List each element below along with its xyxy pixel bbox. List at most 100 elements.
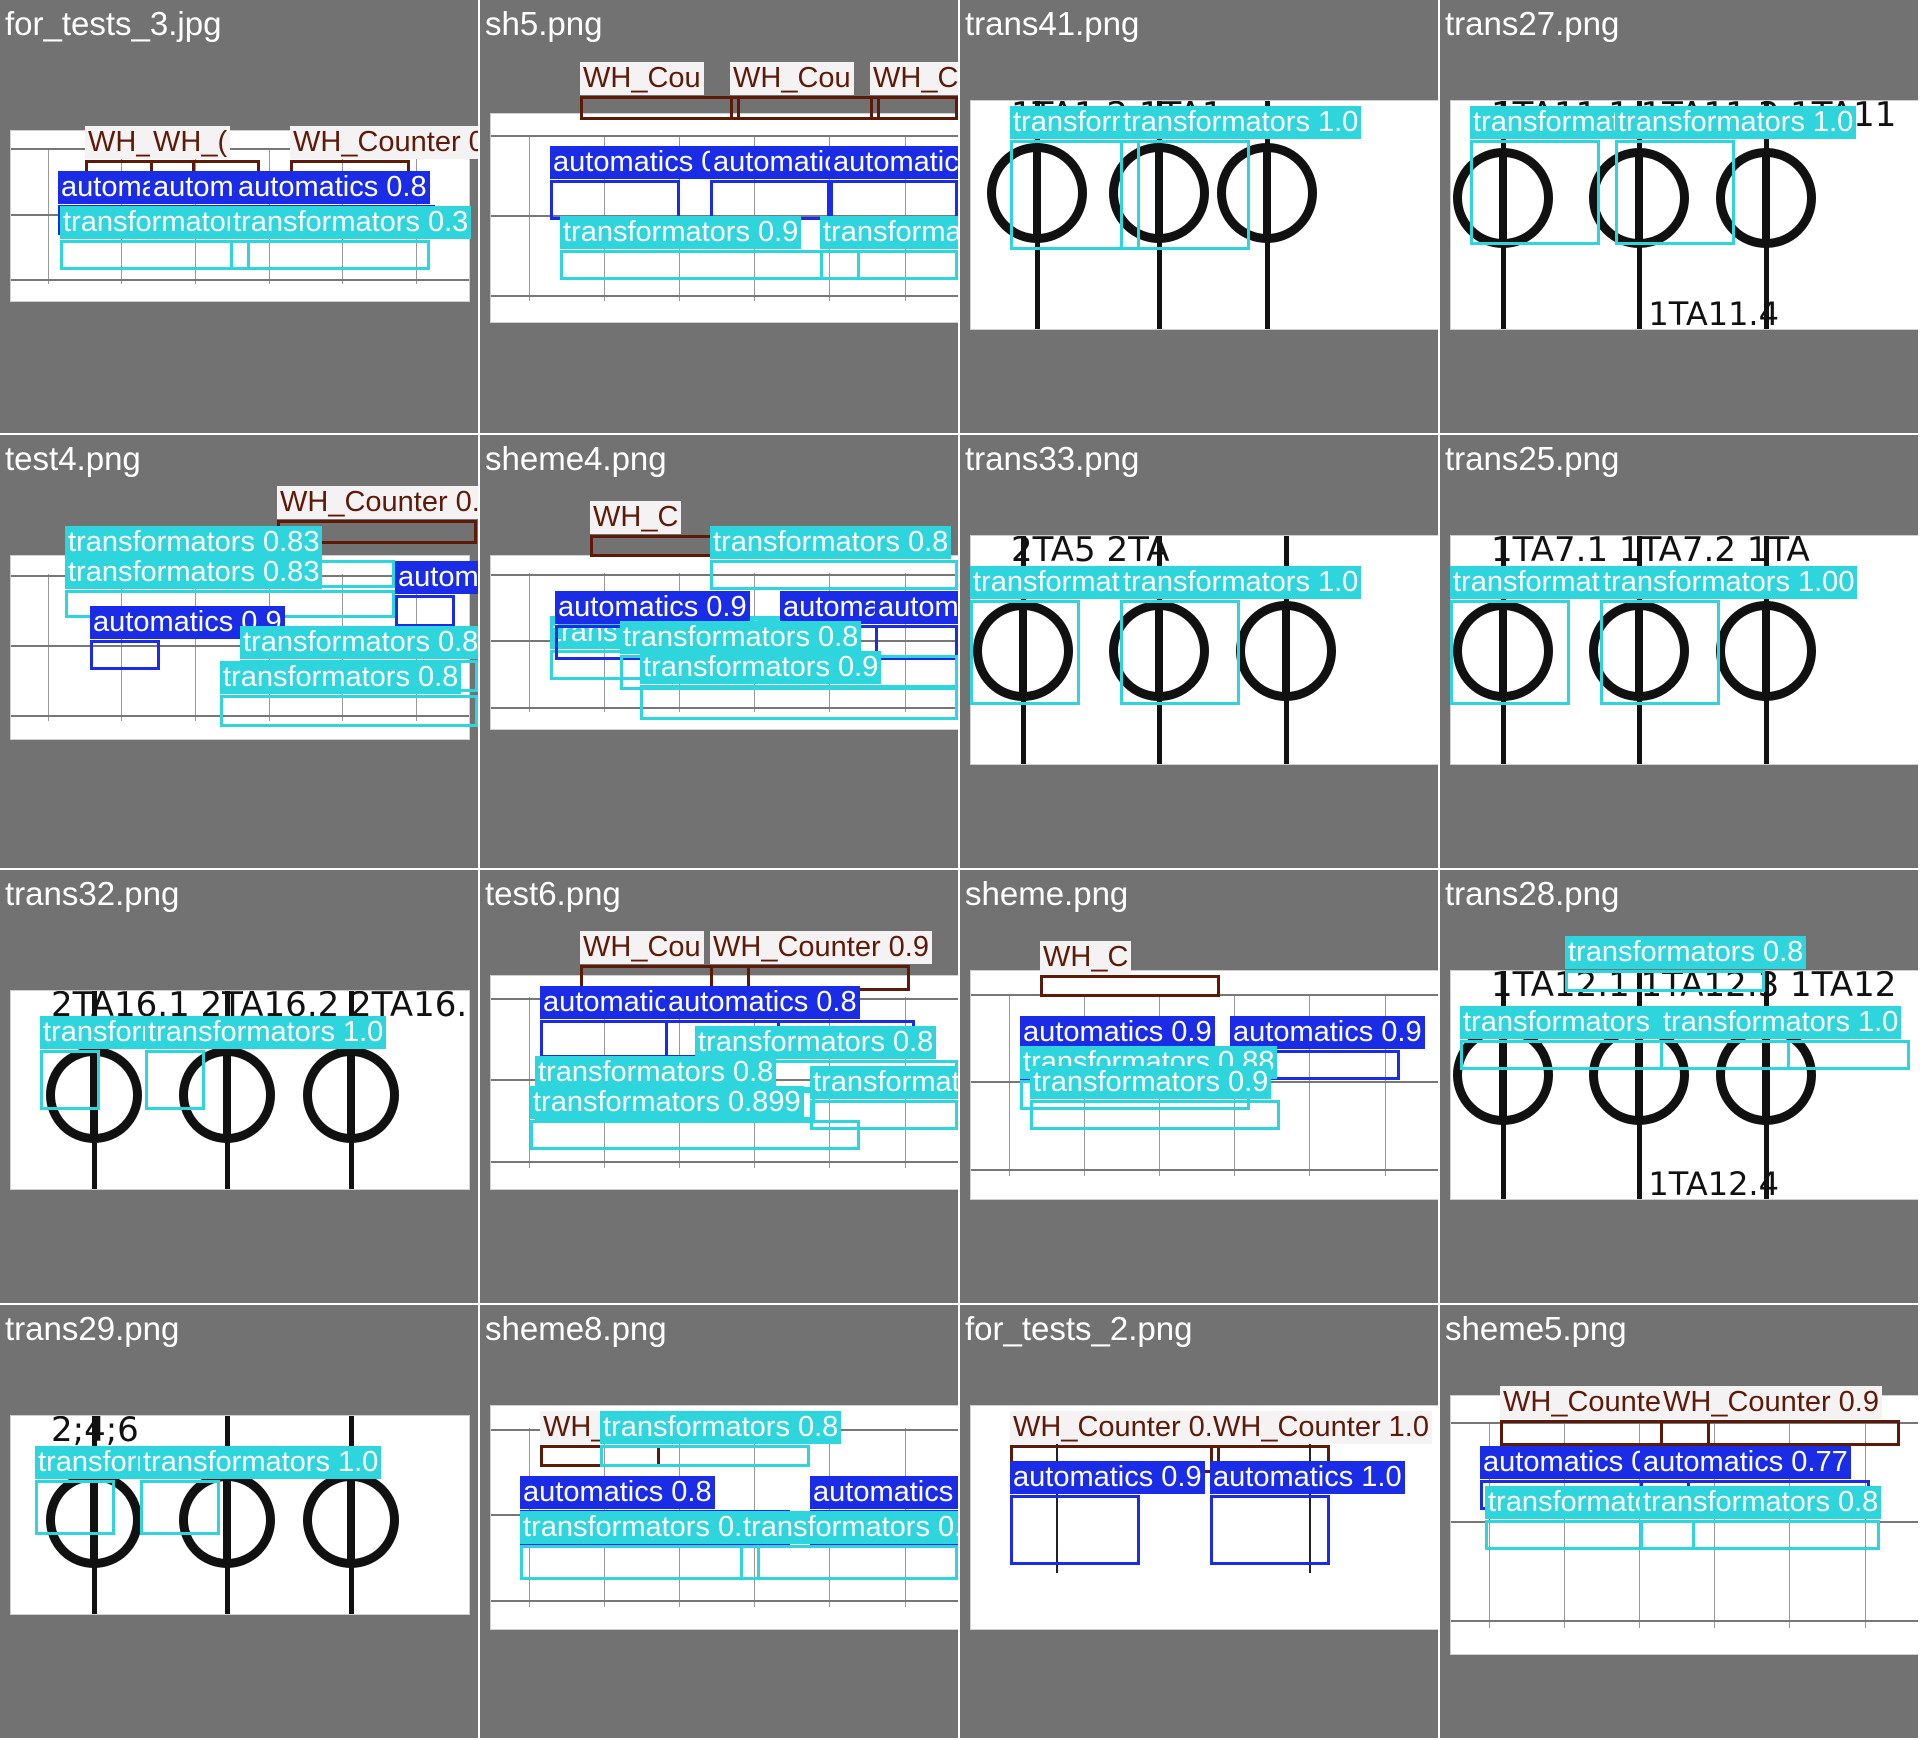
schematic-line	[528, 997, 530, 1168]
schematic-line	[491, 706, 958, 709]
detection-label: WH_Counter 0.9	[870, 62, 958, 95]
result-tile: sheme4.png WH_C transformators 0.8 transfor…	[480, 435, 958, 868]
detection-label: transformators 0.8	[1565, 936, 1807, 969]
schematic-line	[603, 1428, 605, 1607]
symbol-caption: 2TA5 2TA	[1011, 535, 1170, 570]
schematic-line	[491, 1428, 958, 1431]
schematic-line	[121, 574, 123, 721]
schematic-line	[971, 994, 1438, 996]
tile-image: 1TA7.1 1TA7.2 1TA	[1450, 535, 1918, 765]
result-tile: sheme5.png WH_Counter 0.9 WH_Counter 0.9 au…	[1440, 1305, 1918, 1738]
result-tile: trans41.png 1TA1.2 1TA1 transformators 1.0…	[960, 0, 1438, 433]
schematic-line	[11, 213, 469, 216]
schematic-line	[415, 574, 417, 721]
schematic-line	[1714, 1421, 1716, 1629]
symbol-caption: 1TA1.2 1TA1	[1011, 100, 1224, 135]
wire-line	[1265, 101, 1271, 329]
result-tile: test4.png WH_Counter 0.9 transformators 0.…	[0, 435, 478, 868]
detection-grid: for_tests_3.jpgWH_(WH_(WH_Counter 0.9aut…	[0, 0, 1920, 1740]
tile-filename: for_tests_2.png	[965, 1310, 1193, 1347]
tile-filename: sheme.png	[965, 875, 1129, 912]
schematic-line	[491, 135, 958, 137]
wire-line	[91, 991, 97, 1189]
bounding-box	[277, 520, 477, 544]
result-tile: trans27.png 1TA11.1 1TA11.3 1TA11 1TA11.4 t…	[1440, 0, 1918, 433]
bounding-box	[590, 535, 770, 557]
schematic-line	[1008, 993, 1010, 1177]
detection-wh-counter: WH_C	[590, 501, 770, 557]
result-tile: sheme.png WH_C automatics 0.9 automatics 0.…	[960, 870, 1438, 1303]
schematic-line	[829, 573, 831, 712]
schematic-line	[1639, 1421, 1640, 1629]
schematic-line	[195, 148, 196, 284]
wire-line	[1157, 101, 1162, 329]
schematic-line	[1159, 993, 1160, 1177]
schematic-line	[971, 1168, 1438, 1171]
tile-image	[10, 555, 470, 740]
schematic-line	[1083, 993, 1085, 1177]
schematic-line	[904, 134, 906, 302]
schematic-line	[679, 1428, 680, 1607]
wire-line	[1500, 536, 1506, 764]
schematic-line	[491, 573, 958, 576]
tile-filename: sheme8.png	[485, 1310, 667, 1347]
schematic-line	[528, 573, 530, 712]
detection-label: WH_C	[590, 501, 682, 534]
symbol-caption: 1TA7.1 1TA7.2 1TA	[1491, 535, 1810, 570]
schematic-line	[754, 997, 756, 1168]
schematic-line	[11, 715, 469, 718]
tile-filename: sh5.png	[485, 5, 603, 42]
schematic-line	[1451, 1422, 1918, 1424]
symbol-caption-bottom: 1TA12.4	[1648, 1165, 1779, 1200]
schematic-line	[11, 148, 469, 151]
wire-line	[91, 1416, 97, 1614]
schematic-line	[754, 1428, 756, 1607]
schematic-line	[1234, 993, 1236, 1177]
tile-image: 2TA5 2TA	[970, 535, 1438, 765]
symbol-caption: 1TA11.1 1TA11.3 1TA11	[1491, 100, 1897, 135]
schematic-line	[268, 574, 270, 721]
schematic-line	[195, 574, 196, 721]
detection-wh-counter: WH_Counter 0.9	[277, 486, 478, 544]
tile-filename: trans28.png	[1445, 875, 1620, 912]
tile-filename: sheme4.png	[485, 440, 667, 477]
wire-line	[1763, 536, 1769, 764]
tile-filename: trans25.png	[1445, 440, 1620, 477]
schematic-line	[491, 1160, 958, 1163]
tile-image	[490, 555, 958, 730]
result-tile: trans29.png2;4;6transformators 1.0transf…	[0, 1305, 478, 1738]
result-tile: for_tests_2.png WH_Counter 0.9 WH_Counter …	[960, 1305, 1438, 1738]
tile-filename: trans33.png	[965, 440, 1140, 477]
schematic-line	[904, 573, 906, 712]
schematic-line	[1451, 1619, 1918, 1622]
wire-line	[1637, 536, 1642, 764]
schematic-line	[11, 574, 469, 577]
schematic-line	[491, 1599, 958, 1602]
wire-line	[225, 991, 231, 1189]
schematic-line	[603, 573, 605, 712]
tile-image	[10, 130, 470, 302]
tile-filename: for_tests_3.jpg	[5, 5, 222, 42]
schematic-line	[47, 574, 49, 721]
tile-filename: trans41.png	[965, 5, 1140, 42]
tile-image	[970, 970, 1438, 1200]
result-tile: trans33.png 2TA5 2TA transformators 1.0 tra…	[960, 435, 1438, 868]
tile-image	[490, 1405, 958, 1630]
schematic-line	[679, 997, 680, 1168]
schematic-line	[904, 997, 906, 1168]
detection-label: WH_Counter 0.9	[710, 931, 932, 964]
schematic-line	[491, 1514, 958, 1516]
schematic-line	[679, 134, 680, 302]
wire-line	[1157, 536, 1162, 764]
symbol-caption: 1TA12.1 1TA12.3 1TA12	[1491, 970, 1897, 1005]
schematic-line	[603, 997, 605, 1168]
schematic-line	[1789, 1421, 1791, 1629]
result-tile: test6.png WH_Cou WH_Counter 0.9 automatics …	[480, 870, 958, 1303]
schematic-line	[47, 148, 49, 284]
tile-filename: trans27.png	[1445, 5, 1620, 42]
schematic-line	[528, 134, 530, 302]
tile-image	[490, 975, 958, 1190]
wire-line	[349, 1416, 355, 1614]
schematic-line	[1451, 1520, 1918, 1523]
wire-line	[1637, 101, 1642, 329]
